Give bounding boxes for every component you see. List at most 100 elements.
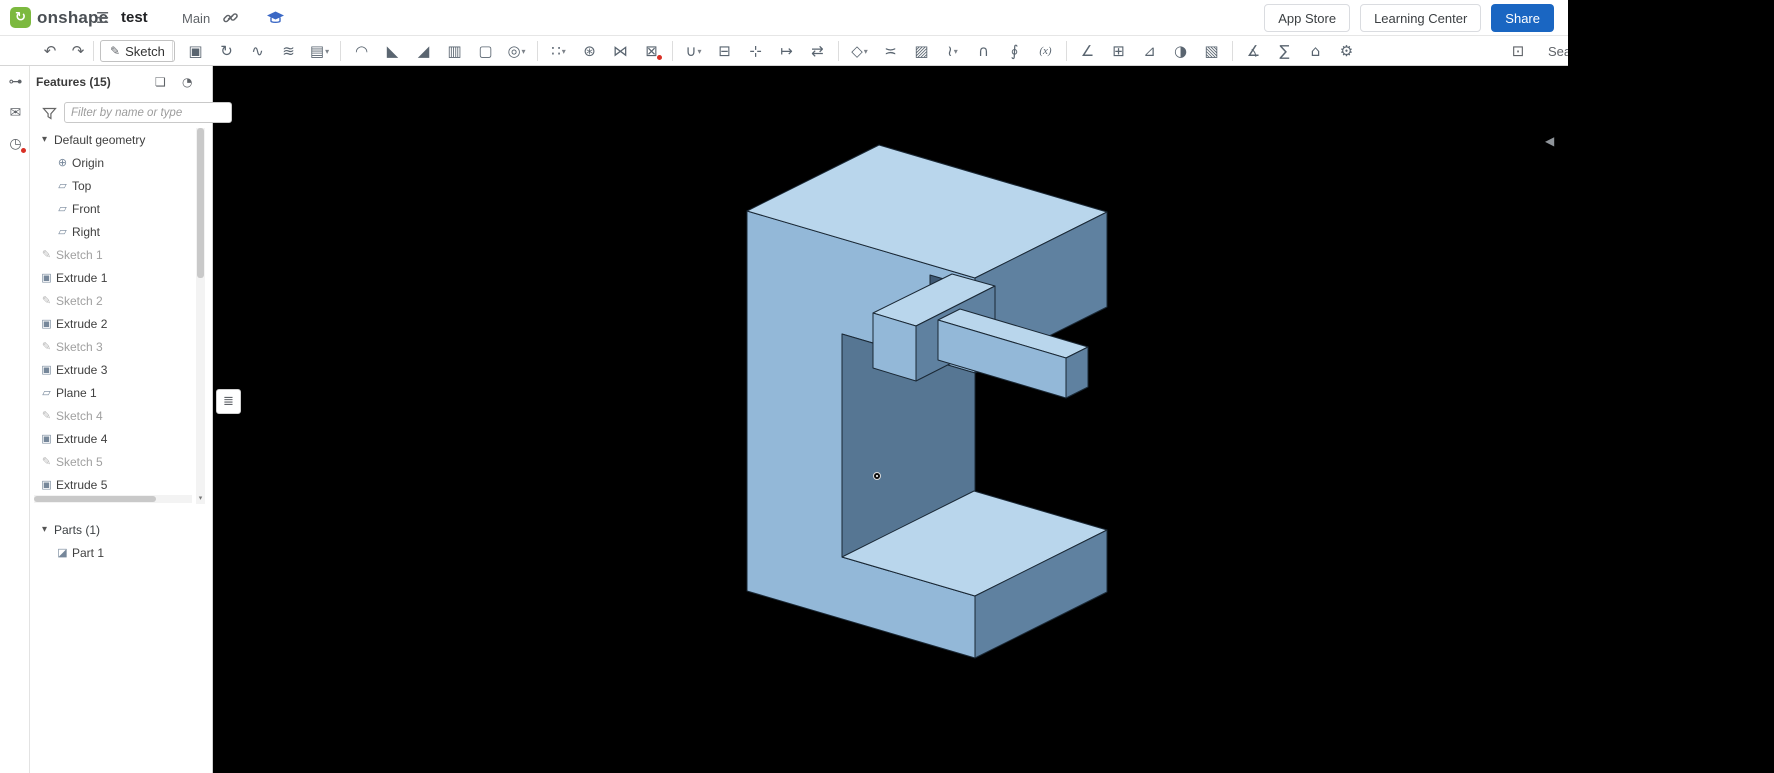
dropdown-caret-icon[interactable]: ▾ (697, 47, 701, 56)
chevron-down-icon[interactable]: ▾ (38, 134, 51, 145)
share-button[interactable]: Share (1491, 4, 1554, 32)
feature-filter-input[interactable] (64, 102, 232, 123)
named-views-icon[interactable]: ⌂ (1300, 38, 1331, 64)
frame-icon[interactable]: ⊞ (1103, 38, 1134, 64)
model-canvas[interactable]: ≣ ◀ (213, 66, 1774, 773)
transform-icon: ⊹ (749, 42, 762, 60)
project-curve-icon[interactable]: ∩ (968, 38, 999, 64)
learning-center-button[interactable]: Learning Center (1360, 4, 1482, 32)
extrude-icon: ▣ (41, 271, 52, 284)
feature-list-toggle-button[interactable]: ≣ (216, 389, 241, 414)
document-menu-icon[interactable]: ☰ (96, 9, 109, 27)
history-icon[interactable]: ◷ (7, 135, 27, 154)
feature-row-sketch-3[interactable]: ✎ Sketch 3 (30, 335, 196, 358)
workspace-branch-label[interactable]: Main (182, 11, 210, 26)
toolbar-group-separator (833, 38, 844, 64)
move-face-icon: ↦ (780, 42, 793, 60)
document-title[interactable]: test (121, 9, 148, 26)
curve-icon[interactable]: ≀ ▾ (937, 38, 968, 64)
onshape-logo[interactable]: ↻ onshape (10, 7, 108, 28)
surface-icon[interactable]: ◇ ▾ (844, 38, 875, 64)
dropdown-caret-icon[interactable]: ▾ (954, 47, 958, 56)
feature-row-origin[interactable]: ⊕ Origin (30, 151, 196, 174)
material-icon[interactable]: ▧ (1196, 38, 1227, 64)
weldment-icon[interactable]: ⊿ (1134, 38, 1165, 64)
loft-icon[interactable]: ≋ (273, 38, 304, 64)
thicken-icon[interactable]: ▤ ▾ (304, 38, 335, 64)
feature-row-sketch-2[interactable]: ✎ Sketch 2 (30, 289, 196, 312)
parts-list: ◪ Part 1 (30, 541, 213, 564)
fillet-icon[interactable]: ◠ (346, 38, 377, 64)
feature-row-top[interactable]: ▱ Top (30, 174, 196, 197)
onshape-app: ≣ ◀ ↻ onshape ☰ test Main App Store Lear… (0, 0, 1774, 773)
undo-icon[interactable]: ↶ (38, 40, 62, 62)
chamfer-icon[interactable]: ◣ (377, 38, 408, 64)
share-link-icon[interactable] (222, 10, 239, 29)
parts-section-header[interactable]: ▾ Parts (1) (30, 518, 213, 541)
mirror-icon[interactable]: ⋈ (605, 38, 636, 64)
vertical-scrollbar-thumb[interactable] (197, 128, 204, 278)
hole-icon[interactable]: ◎ ▾ (501, 38, 532, 64)
panel-collapse-arrow-icon[interactable]: ◀ (1545, 134, 1554, 148)
draft-icon[interactable]: ◢ (408, 38, 439, 64)
move-face-icon[interactable]: ↦ (771, 38, 802, 64)
feature-row-sketch-4[interactable]: ✎ Sketch 4 (30, 404, 196, 427)
horizontal-scrollbar[interactable] (34, 495, 192, 503)
feature-row-extrude-5[interactable]: ▣ Extrude 5 (30, 473, 196, 496)
sketch-button[interactable]: ✎ Sketch (100, 40, 175, 62)
dropdown-caret-icon[interactable]: ▾ (522, 47, 526, 56)
feature-row-extrude-2[interactable]: ▣ Extrude 2 (30, 312, 196, 335)
helix-icon[interactable]: ∮ (999, 38, 1030, 64)
feature-row-front[interactable]: ▱ Front (30, 197, 196, 220)
feature-row-default-geometry[interactable]: ▾ Default geometry (30, 128, 196, 151)
fill-surface-icon[interactable]: ▨ (906, 38, 937, 64)
shell-icon[interactable]: ▢ (470, 38, 501, 64)
composite-part-icon[interactable]: ◑ (1165, 38, 1196, 64)
feature-row-extrude-3[interactable]: ▣ Extrude 3 (30, 358, 196, 381)
versions-icon[interactable]: ⊶ (7, 73, 24, 90)
delete-part-icon[interactable]: ⊠ (636, 38, 667, 64)
feature-row-sketch-1[interactable]: ✎ Sketch 1 (30, 243, 196, 266)
rollback-history-icon[interactable]: ◔ (182, 75, 192, 89)
scroll-down-arrow-icon[interactable]: ▾ (196, 492, 205, 504)
dropdown-caret-icon[interactable]: ▾ (325, 47, 329, 56)
mass-properties-icon[interactable]: ∑ (1269, 38, 1300, 64)
feature-row-extrude-1[interactable]: ▣ Extrude 1 (30, 266, 196, 289)
float-panel-icon[interactable]: ❏ (155, 75, 166, 89)
offset-surface-icon[interactable]: ≍ (875, 38, 906, 64)
linear-pattern-icon[interactable]: ∷ ▾ (543, 38, 574, 64)
horizontal-scrollbar-thumb[interactable] (34, 496, 156, 502)
named-views-icon: ⌂ (1310, 42, 1321, 60)
filter-funnel-icon[interactable] (42, 106, 57, 124)
feature-row-right[interactable]: ▱ Right (30, 220, 196, 243)
feature-row-part-1[interactable]: ◪ Part 1 (30, 541, 213, 564)
feature-row-sketch-5[interactable]: ✎ Sketch 5 (30, 450, 196, 473)
revolve-icon[interactable]: ↻ (211, 38, 242, 64)
chevron-down-icon[interactable]: ▾ (38, 524, 51, 535)
search-tools-label[interactable]: Sea (1548, 44, 1568, 59)
comments-icon[interactable]: ✉ (7, 104, 24, 121)
boolean-icon[interactable]: ∪ ▾ (678, 38, 709, 64)
circular-pattern-icon[interactable]: ⊛ (574, 38, 605, 64)
settings-icon[interactable]: ⚙ (1331, 38, 1362, 64)
vertical-scrollbar[interactable]: ▾ (196, 128, 205, 504)
split-icon[interactable]: ⊟ (709, 38, 740, 64)
feature-row-extrude-4[interactable]: ▣ Extrude 4 (30, 427, 196, 450)
learning-cap-icon[interactable] (266, 11, 285, 28)
extrude-icon[interactable]: ▣ (180, 38, 211, 64)
dropdown-caret-icon[interactable]: ▾ (864, 47, 868, 56)
variable-icon[interactable]: (x) (1030, 38, 1061, 64)
rib-icon[interactable]: ▥ (439, 38, 470, 64)
measure-icon[interactable]: ∡ (1238, 38, 1269, 64)
dropdown-caret-icon[interactable]: ▾ (562, 47, 566, 56)
sweep-icon[interactable]: ∿ (242, 38, 273, 64)
feature-row-plane-1[interactable]: ▱ Plane 1 (30, 381, 196, 404)
replace-face-icon[interactable]: ⇄ (802, 38, 833, 64)
app-store-button[interactable]: App Store (1264, 4, 1351, 32)
transform-icon[interactable]: ⊹ (740, 38, 771, 64)
features-panel-title: Features (15) (36, 75, 111, 89)
part-3d-model[interactable] (213, 66, 1774, 773)
zoom-to-fit-icon[interactable]: ⊡ (1506, 40, 1530, 62)
redo-icon[interactable]: ↷ (66, 40, 90, 62)
sheet-metal-icon[interactable]: ∠ (1072, 38, 1103, 64)
